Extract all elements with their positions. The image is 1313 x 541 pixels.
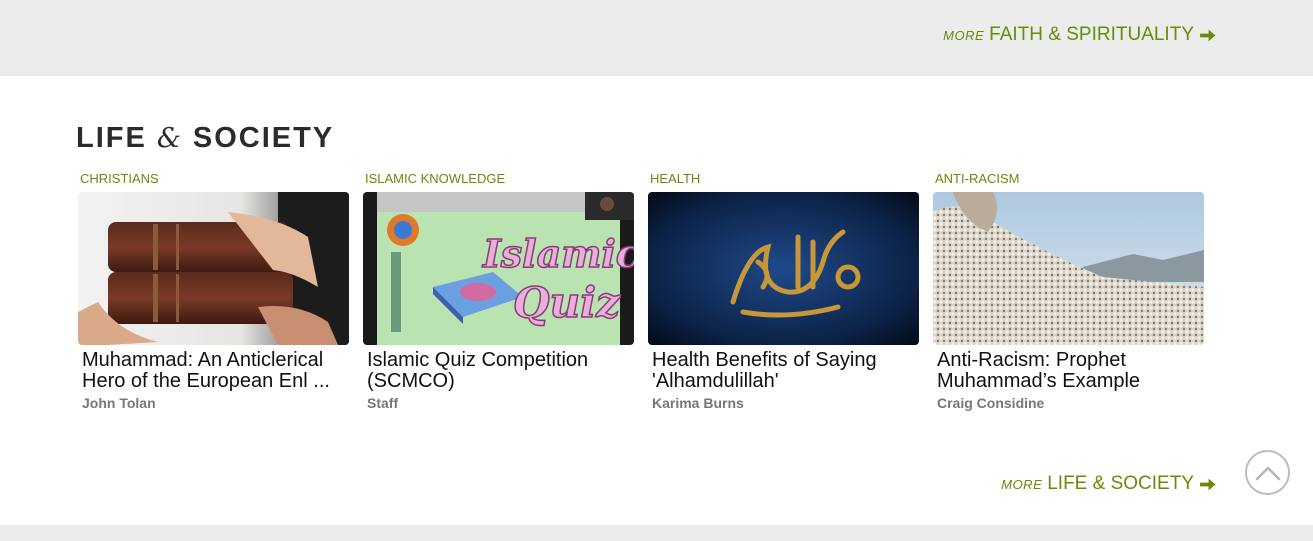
more-category-label: FAITH & SPIRITUALITY — [989, 24, 1194, 45]
alhamdulillah-calligraphy-image — [648, 192, 919, 345]
card-image[interactable] — [78, 192, 349, 345]
section-title-part2: SOCIETY — [192, 122, 335, 154]
books-held-in-hands-image — [78, 192, 349, 345]
article-card[interactable]: ISLAMIC KNOWLEDGE Islamic Quiz Islamic Q… — [363, 170, 634, 411]
card-author: Karima Burns — [652, 395, 744, 411]
card-author: Staff — [367, 395, 399, 411]
card-title[interactable]: Islamic Quiz Competition (SCMCO) — [367, 350, 634, 392]
section-title-ampersand: & — [156, 123, 183, 154]
section-title: LIFE & SOCIETY — [76, 122, 334, 155]
card-author: Craig Considine — [937, 395, 1045, 411]
chevron-up-icon — [1255, 466, 1280, 480]
svg-text:Quiz: Quiz — [513, 278, 621, 327]
article-card[interactable]: CHRISTIANS Muhammad: An Anticlerical Her… — [78, 170, 349, 411]
card-category-link[interactable]: CHRISTIANS — [80, 170, 349, 192]
card-category-link[interactable]: ISLAMIC KNOWLEDGE — [365, 170, 634, 192]
article-card[interactable]: ANTI-RACISM Anti-Racism: Prophet Muhamma… — [933, 170, 1204, 411]
more-life-society-link[interactable]: MORE LIFE & SOCIETY — [1001, 473, 1216, 495]
card-title[interactable]: Muhammad: An Anticlerical Hero of the Eu… — [82, 350, 349, 392]
card-title[interactable]: Health Benefits of Saying 'Alhamdulillah… — [652, 350, 919, 392]
pilgrims-on-mount-arafat-image — [933, 192, 1204, 345]
article-card[interactable]: HEALTH Health Benefits of Saying 'Alhamd… — [648, 170, 919, 411]
islamic-quiz-graphic-image: Islamic Quiz — [363, 192, 634, 345]
arrow-right-icon — [1200, 478, 1216, 490]
card-title[interactable]: Anti-Racism: Prophet Muhammad’s Example — [937, 350, 1204, 392]
svg-text:Islamic: Islamic — [482, 231, 634, 276]
card-image[interactable]: Islamic Quiz — [363, 192, 634, 345]
bottom-band — [0, 525, 1313, 541]
scroll-to-top-button[interactable] — [1245, 450, 1290, 495]
more-label: MORE — [1001, 477, 1043, 492]
article-cards: CHRISTIANS Muhammad: An Anticlerical Her… — [78, 170, 1204, 411]
top-band: MORE FAITH & SPIRITUALITY — [0, 0, 1313, 76]
more-faith-spirituality-link[interactable]: MORE FAITH & SPIRITUALITY — [943, 24, 1216, 46]
card-category-link[interactable]: HEALTH — [650, 170, 919, 192]
card-image[interactable] — [933, 192, 1204, 345]
more-label: MORE — [943, 28, 985, 43]
more-category-label: LIFE & SOCIETY — [1047, 473, 1194, 494]
section-title-part1: LIFE — [76, 122, 147, 154]
arrow-right-icon — [1200, 29, 1216, 41]
card-image[interactable] — [648, 192, 919, 345]
card-category-link[interactable]: ANTI-RACISM — [935, 170, 1204, 192]
card-author: John Tolan — [82, 395, 156, 411]
